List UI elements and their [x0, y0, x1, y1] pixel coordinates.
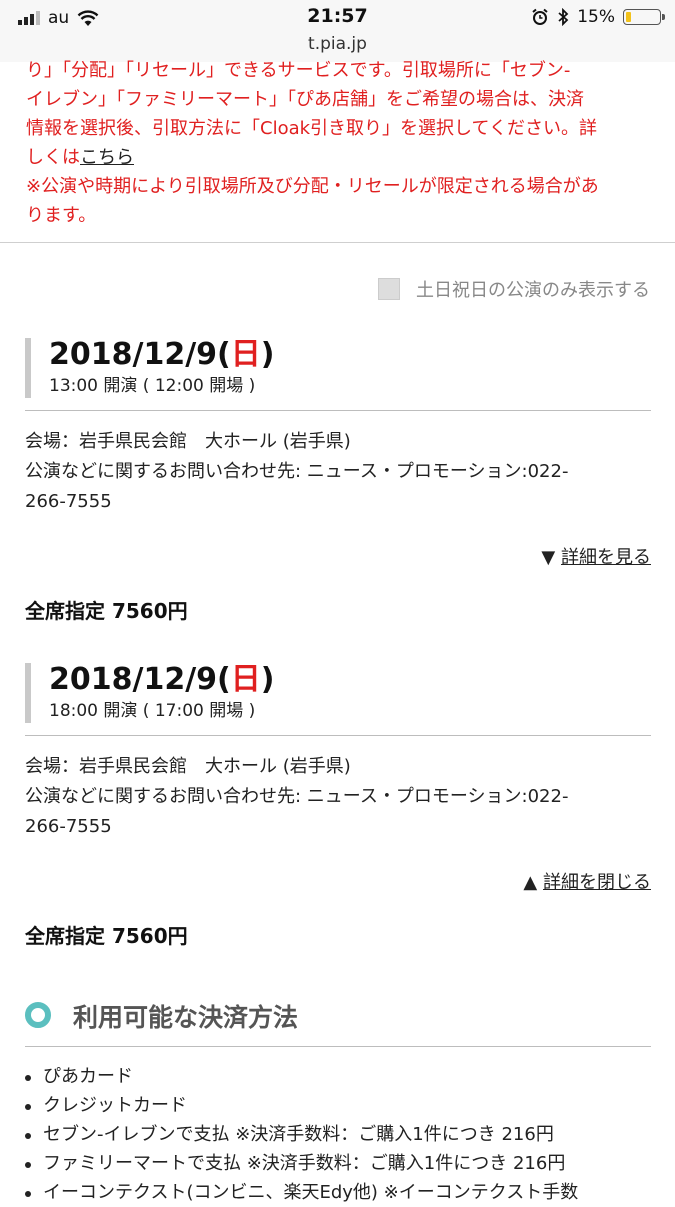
performance-divider [25, 410, 651, 411]
date-text: 2018/12/9( [49, 337, 231, 372]
contact: 公演などに関するお問い合わせ先: ニュース・プロモーション:022- [25, 461, 569, 482]
contact-phone: 266-7555 [25, 816, 112, 837]
status-bar: au 21:57 15% [0, 0, 675, 36]
list-item: ファミリーマートで支払 ※決済手数料：ご購入1件につき 216円 [25, 1149, 665, 1178]
detail-toggle[interactable]: ▲ 詳細を閉じる [25, 868, 651, 894]
ring-icon [25, 1002, 51, 1028]
list-item: セブン-イレブンで支払 ※決済手数料：ご購入1件につき 216円 [25, 1120, 665, 1149]
payment-methods-list: ぴあカード クレジットカード セブン-イレブンで支払 ※決済手数料：ご購入1件に… [25, 1062, 665, 1207]
list-item: クレジットカード [25, 1091, 665, 1120]
performance-time: 13:00 開演 ( 12:00 開場 ) [49, 376, 256, 396]
expand-arrow-icon: ▼ [541, 547, 556, 568]
notice-text: り」「分配」「リセール」できるサービスです。引取場所に「セブン- イレブン」「フ… [26, 56, 656, 230]
notice-prefix: しくは [26, 147, 80, 168]
alarm-icon [532, 8, 548, 25]
performance-header: 2018/12/9(日) 18:00 開演 ( 17:00 開場 ) [25, 663, 651, 727]
section-divider [25, 1046, 651, 1047]
notice-line: ります。 [26, 205, 97, 226]
weekend-checkbox[interactable] [378, 278, 400, 300]
battery-fill [626, 12, 631, 22]
date-text: 2018/12/9( [49, 662, 231, 697]
venue: 会場：岩手県民会館 大ホール (岩手県) [25, 431, 351, 452]
collapse-arrow-icon: ▲ [523, 872, 538, 893]
performance-time: 18:00 開演 ( 17:00 開場 ) [49, 701, 256, 721]
accent-bar [25, 338, 31, 398]
accent-bar [25, 663, 31, 723]
performance-card: 2018/12/9(日) 18:00 開演 ( 17:00 開場 ) 会場：岩手… [25, 663, 651, 949]
contact-phone: 266-7555 [25, 491, 112, 512]
notice-line: 情報を選択後、引取方法に「Cloak引き取り」を選択してください。詳 [26, 118, 597, 139]
date-close: ) [260, 337, 275, 372]
weekend-filter-label: 土日祝日の公演のみ表示する [416, 280, 650, 301]
performance-date: 2018/12/9(日) [49, 338, 651, 372]
venue: 会場：岩手県民会館 大ホール (岩手県) [25, 756, 351, 777]
battery-icon [623, 9, 665, 25]
bluetooth-icon [558, 8, 569, 26]
battery-percent: 15% [577, 7, 615, 27]
performance-info: 会場：岩手県民会館 大ホール (岩手県) 公演などに関するお問い合わせ先: ニュ… [25, 752, 651, 842]
notice-line: イレブン」「ファミリーマート」「ぴあ店舗」をご希望の場合は、決済 [26, 89, 584, 110]
hide-details-link[interactable]: 詳細を閉じる [543, 872, 651, 893]
list-item: イーコンテクスト(コンビニ、楽天Edy他) ※イーコンテクスト手数 [25, 1178, 665, 1207]
notice-line: ※公演や時期により引取場所及び分配・リセールが限定される場合があ [26, 176, 599, 197]
battery-cap [662, 14, 665, 20]
performance-info: 会場：岩手県民会館 大ホール (岩手県) 公演などに関するお問い合わせ先: ニュ… [25, 427, 651, 517]
weekend-filter[interactable]: 土日祝日の公演のみ表示する [378, 276, 650, 302]
divider [0, 242, 675, 243]
section-title: 利用可能な決済方法 [73, 1003, 299, 1032]
performance-divider [25, 735, 651, 736]
performance-header: 2018/12/9(日) 13:00 開演 ( 12:00 開場 ) [25, 338, 651, 402]
performance-card: 2018/12/9(日) 13:00 開演 ( 12:00 開場 ) 会場：岩手… [25, 338, 651, 624]
status-right: 15% [531, 7, 665, 27]
show-details-link[interactable]: 詳細を見る [561, 547, 651, 568]
day-of-week: 日 [230, 662, 261, 697]
day-of-week: 日 [230, 337, 261, 372]
notice-line: しくはこちら [26, 143, 656, 172]
contact: 公演などに関するお問い合わせ先: ニュース・プロモーション:022- [25, 786, 569, 807]
list-item: ぴあカード [25, 1062, 665, 1091]
detail-toggle[interactable]: ▼ 詳細を見る [25, 543, 651, 569]
performance-date: 2018/12/9(日) [49, 663, 651, 697]
notice-line: り」「分配」「リセール」できるサービスです。引取場所に「セブン- [26, 60, 571, 81]
seat-price: 全席指定 7560円 [25, 599, 188, 623]
date-close: ) [260, 662, 275, 697]
details-link[interactable]: こちら [80, 147, 134, 168]
seat-price: 全席指定 7560円 [25, 924, 188, 948]
